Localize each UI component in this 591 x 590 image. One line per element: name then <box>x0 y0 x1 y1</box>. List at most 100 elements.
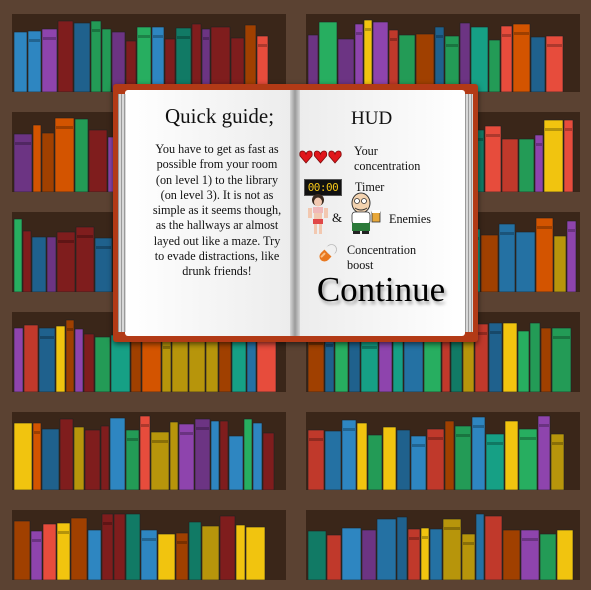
heart-icon <box>299 150 342 164</box>
shelf-book <box>94 336 111 393</box>
shelf-book <box>429 528 443 581</box>
shelf-book <box>22 230 32 293</box>
shelf-book <box>140 529 158 581</box>
shelf-book <box>515 231 536 293</box>
shelf-book <box>518 138 535 193</box>
shelf-book <box>73 426 85 491</box>
boost-label: Concentration boost <box>347 243 417 272</box>
shelf-book <box>73 22 91 93</box>
shelf-book <box>420 527 430 581</box>
shelf-book <box>113 513 126 581</box>
pill-icon <box>319 244 337 262</box>
shelf-book <box>520 529 540 581</box>
shelf-book <box>539 533 557 581</box>
shelf-book <box>537 415 551 491</box>
shelf-book <box>488 39 501 93</box>
shelf-book <box>461 533 476 581</box>
shelf-book <box>219 420 229 491</box>
shelf-book <box>556 529 574 581</box>
shelf-book <box>42 523 57 581</box>
shelf-book <box>480 234 499 293</box>
shelf-book <box>13 327 24 393</box>
shelf-book <box>396 516 408 581</box>
shelf-book <box>74 328 84 393</box>
heart-icon <box>299 150 313 164</box>
shelf-book <box>54 117 75 193</box>
book-spine <box>290 90 300 336</box>
shelf-book <box>318 21 338 93</box>
shelf-book <box>101 28 112 93</box>
shelf-book <box>70 517 88 581</box>
shelf-book <box>470 26 489 93</box>
shelf-book <box>100 425 110 491</box>
shelf-book <box>210 26 231 93</box>
shelf-book <box>245 526 266 581</box>
shelf-book <box>13 520 31 581</box>
shelf-book <box>502 322 518 393</box>
shelf-book <box>423 338 442 393</box>
shelf-book <box>441 334 451 393</box>
shelf-book <box>13 31 28 93</box>
shelf-book <box>504 420 519 491</box>
shelf-book <box>382 426 397 491</box>
shelf-book <box>210 420 220 491</box>
shelf-book <box>218 335 232 393</box>
shelf-book <box>459 22 471 93</box>
shelf-book <box>188 521 202 581</box>
shelf-book <box>530 36 546 93</box>
shelf-book <box>529 322 541 393</box>
enemies-label: Enemies <box>389 212 431 226</box>
shelf-book <box>367 434 383 491</box>
concentration-label: Your concentration <box>354 144 421 173</box>
shelf-book <box>110 334 131 393</box>
shelf-book <box>13 422 33 491</box>
shelf-book <box>59 418 74 491</box>
shelf-book <box>407 528 421 581</box>
shelf-book <box>501 138 519 193</box>
shelf-book <box>535 217 554 293</box>
shelf-book <box>46 236 57 293</box>
shelf-book <box>517 330 530 393</box>
shelf-book <box>396 429 411 491</box>
shelf-book <box>169 421 179 491</box>
shelf-book <box>30 530 43 581</box>
shelf-book <box>403 333 424 393</box>
shelf-book <box>228 435 244 491</box>
shelf-book <box>23 324 39 393</box>
shelf-book <box>55 325 66 393</box>
continue-button[interactable]: Continue <box>303 270 459 310</box>
heart-icon <box>313 150 328 164</box>
shelf-book <box>361 529 377 581</box>
shelf-book <box>175 532 189 581</box>
shelf-book <box>188 338 206 393</box>
shelf-book <box>84 429 101 491</box>
shelf-book <box>326 534 342 581</box>
shelf-book <box>252 422 263 491</box>
shelf-book <box>32 124 42 193</box>
shelf-book <box>13 218 23 293</box>
shelf-book <box>125 513 141 581</box>
shelf-book <box>540 327 552 393</box>
guide-book: Quick guide; You have to get as fast as … <box>113 84 478 342</box>
shelf-book <box>74 118 89 193</box>
shelf-book <box>376 518 397 581</box>
shelf-book <box>235 524 246 581</box>
shelf-book <box>41 428 60 491</box>
shelf-book <box>109 417 126 491</box>
shelf-book <box>243 418 253 491</box>
shelf-book <box>553 235 567 293</box>
heart-icon <box>328 150 342 164</box>
shelf-book <box>450 337 463 393</box>
shelf-book <box>31 236 47 293</box>
page-edges-right <box>465 94 473 332</box>
shelf-book <box>201 525 220 581</box>
shelf-book <box>502 529 521 581</box>
enemies-ampersand: & <box>332 210 343 225</box>
shelf-book <box>356 422 368 491</box>
shelf-book <box>372 21 389 93</box>
shelf-book <box>444 420 455 491</box>
page-edges-left <box>118 94 126 332</box>
shelf-book <box>219 515 236 581</box>
shelf-book <box>191 23 202 93</box>
shelf-book <box>139 415 151 491</box>
